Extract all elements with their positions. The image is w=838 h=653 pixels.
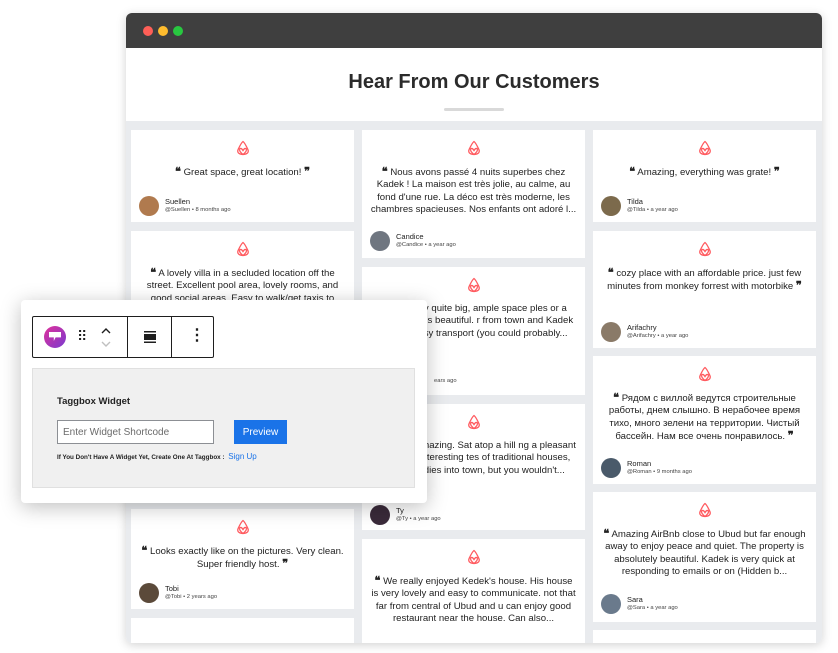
review-card[interactable]: ❝ Amazing AirBnb close to Ubud but far e… [593, 492, 816, 622]
author-meta: @Sara • a year ago [627, 605, 678, 611]
author-name: Sara [627, 595, 643, 604]
review-text: We really enjoyed Kedek's house. His hou… [371, 576, 576, 625]
review-card[interactable]: ❝ Looks exactly like on the pictures. Ve… [131, 509, 354, 609]
review-quote: ❝ Looks exactly like on the pictures. Ve… [141, 545, 344, 571]
airbnb-icon [236, 140, 249, 156]
widget-shortcode-input[interactable] [57, 420, 214, 444]
review-card[interactable]: ❝ Great space, great location! ❞ Suellen… [131, 130, 354, 222]
align-icon[interactable] [143, 330, 157, 344]
review-text: cozy place with an affordable price. jus… [607, 268, 802, 293]
airbnb-icon [467, 277, 480, 293]
preview-button[interactable]: Preview [234, 420, 287, 444]
review-quote: ❝ cozy place with an affordable price. j… [607, 267, 802, 293]
author-name: Suellen [165, 197, 191, 206]
avatar [139, 196, 159, 216]
airbnb-icon [236, 519, 249, 535]
maximize-window-dot[interactable] [173, 26, 183, 36]
author-meta: @Suellen • 8 months ago [165, 207, 231, 213]
airbnb-icon [236, 241, 249, 257]
review-card[interactable]: ❝ Nous avons passé 4 nuits superbes chez… [362, 130, 585, 258]
airbnb-icon [467, 414, 480, 430]
drag-handle-icon[interactable]: ⠿ [77, 329, 87, 343]
sign-up-link[interactable]: Sign Up [228, 452, 256, 461]
review-quote: ❝ Amazing, everything was grate! ❞ [629, 166, 780, 178]
widget-settings-panel: Taggbox Widget Preview If You Don't Have… [32, 368, 415, 488]
widget-title: Taggbox Widget [57, 396, 131, 407]
block-toolbar: ⠿ ⋮ [32, 316, 214, 358]
review-quote: ❝ Рядом с виллой ведутся строительные ра… [608, 392, 801, 443]
author-meta: @Tobi • 2 years ago [165, 594, 218, 600]
page-title: Hear From Our Customers [348, 71, 600, 93]
review-text: A lovely villa in a secluded location of… [146, 268, 339, 304]
review-text: Amazing AirBnb close to Ubud but far eno… [605, 529, 806, 578]
review-text: Рядом с виллой ведутся строительные рабо… [608, 393, 801, 443]
create-widget-hint: If You Don't Have A Widget Yet, Create O… [57, 452, 257, 461]
avatar [601, 594, 621, 614]
author-meta: @Candice • a year ago [396, 242, 456, 248]
avatar [601, 458, 621, 478]
review-text: Amazing, everything was grate! [637, 167, 772, 178]
avatar [601, 322, 621, 342]
hint-text: If You Don't Have A Widget Yet, Create O… [57, 454, 225, 461]
review-card[interactable]: ❝ Amazing, everything was grate! ❞ Tilda… [593, 130, 816, 222]
taggbox-widget-dialog: ⠿ ⋮ Taggbox Widget Preview If You Don't … [21, 300, 427, 503]
airbnb-icon [698, 366, 711, 382]
review-quote: ❝ Great space, great location! ❞ [174, 166, 311, 178]
review-text: Great space, great location! [183, 167, 302, 178]
close-window-dot[interactable] [143, 26, 153, 36]
airbnb-icon [467, 140, 480, 156]
review-quote: ❝ We really enjoyed Kedek's house. His h… [371, 575, 576, 625]
review-card[interactable] [593, 630, 816, 643]
airbnb-icon [467, 549, 480, 565]
airbnb-icon [698, 502, 711, 518]
more-options-icon[interactable]: ⋮ [189, 326, 205, 346]
author-name: Tilda [627, 197, 643, 206]
author-meta: @Arifachry • a year ago [627, 333, 689, 339]
author-name: Roman [627, 459, 652, 468]
avatar [370, 231, 390, 251]
author-name: Candice [396, 232, 424, 241]
review-card[interactable]: ❝ cozy place with an affordable price. j… [593, 231, 816, 348]
author-meta: @Tilda • a year ago [627, 207, 678, 213]
avatar [139, 583, 159, 603]
airbnb-icon [698, 241, 711, 257]
title-underline [444, 108, 504, 111]
window-titlebar [126, 13, 822, 48]
review-card[interactable]: ❝ Рядом с виллой ведутся строительные ра… [593, 356, 816, 484]
author-meta: ears ago [434, 378, 457, 384]
taggbox-logo-icon[interactable] [44, 326, 66, 348]
review-card[interactable] [131, 618, 354, 643]
review-quote: ❝ Amazing AirBnb close to Ubud but far e… [603, 528, 806, 578]
airbnb-icon [698, 140, 711, 156]
author-meta: @Ty • a year ago [396, 516, 441, 522]
author-meta: @Roman • 9 months ago [627, 469, 692, 475]
review-quote: ❝ Nous avons passé 4 nuits superbes chez… [370, 166, 577, 216]
author-name: Arifachry [627, 323, 657, 332]
review-text: Looks exactly like on the pictures. Very… [150, 546, 344, 571]
author-name: Tobi [165, 584, 179, 593]
review-card[interactable]: ❝ We really enjoyed Kedek's house. His h… [362, 539, 585, 643]
avatar [601, 196, 621, 216]
review-text: Nous avons passé 4 nuits superbes chez K… [370, 167, 577, 216]
avatar [370, 505, 390, 525]
move-up-down-icon[interactable] [99, 322, 113, 352]
minimize-window-dot[interactable] [158, 26, 168, 36]
author-name: Ty [396, 506, 404, 515]
